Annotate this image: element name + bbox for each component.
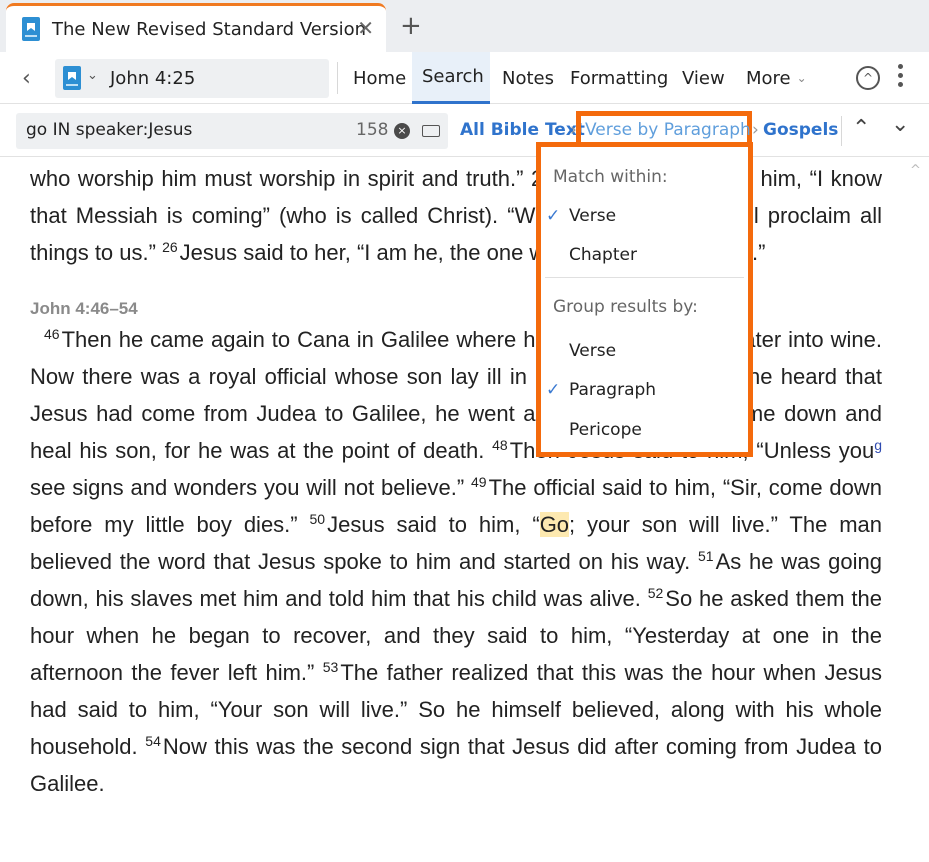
breadcrumb-separator: › [752,120,759,140]
next-result-icon[interactable]: ⌄ [891,112,909,137]
verse-number: 54 [145,733,161,749]
grouping-dropdown: Match within: ✓ Verse Chapter Group resu… [541,147,748,452]
search-hit[interactable]: Go [539,512,570,537]
keyboard-icon[interactable] [422,125,440,137]
tab-search[interactable]: Search [412,52,490,104]
search-query[interactable]: go IN speaker:Jesus [26,120,192,140]
verse-number: 26 [162,239,178,255]
section-heading: John 4:46–54 [30,299,138,318]
tab-view[interactable]: View [672,52,735,104]
chevron-down-icon[interactable]: ⌄ [87,68,98,83]
highlight-frame: Match within: ✓ Verse Chapter Group resu… [536,142,753,457]
verse-number: 49 [471,474,487,490]
chevron-down-icon: ⌄ [796,71,807,85]
toolbar: ‹ ⌄ John 4:25 Home Search Notes Formatti… [0,52,929,104]
previous-result-icon[interactable]: ⌃ [852,116,870,141]
match-within-header: Match within: [553,167,668,187]
menu-item-match-verse[interactable]: Verse [569,206,616,226]
divider [841,116,842,146]
tab-notes[interactable]: Notes [492,52,564,104]
footnote-marker[interactable]: g [874,437,882,453]
menu-item-group-paragraph[interactable]: Paragraph [569,380,656,400]
group-results-header: Group results by: [553,297,698,317]
tab-home[interactable]: Home [343,52,416,104]
reference-input[interactable]: John 4:25 [110,68,195,89]
new-tab-icon[interactable]: + [400,13,422,39]
checkmark-icon: ✓ [546,206,561,226]
scroll-up-icon[interactable]: ^ [910,163,921,178]
verse-number: 51 [698,548,714,564]
tab-title: The New Revised Standard Version [52,18,367,40]
paragraph: 46Then he came again to Cana in Galilee … [30,326,883,796]
result-count: 158 [356,120,389,140]
passage-text: who worship him must worship in spirit a… [30,160,882,802]
scroll-up-circle-icon[interactable]: ^ [856,66,880,90]
divider [337,62,338,94]
verse-number: 53 [322,659,339,675]
kebab-menu-icon[interactable] [897,64,905,92]
paragraph: who worship him must worship in spirit a… [30,166,882,265]
search-input[interactable]: go IN speaker:Jesus 158 × [16,113,448,149]
verse-number: 50 [309,511,326,527]
mode-link[interactable]: Verse by Paragraph [585,120,751,140]
reference-box[interactable]: ⌄ John 4:25 [55,59,329,98]
back-icon[interactable]: ‹ [22,66,31,91]
tab-formatting[interactable]: Formatting [560,52,678,104]
tab-more[interactable]: More ⌄ [736,52,817,104]
resource-icon[interactable] [63,66,81,90]
verse-number: 52 [647,585,664,601]
search-bar: go IN speaker:Jesus 158 × All Bible Text… [0,104,929,157]
nrsv-book-icon [22,17,40,41]
more-label: More [746,67,791,89]
close-tab-icon[interactable]: ✕ [357,18,374,38]
range-link[interactable]: Gospels [763,120,838,140]
verse-number: 48 [492,437,508,453]
clear-search-icon[interactable]: × [394,123,410,139]
document-tab[interactable]: The New Revised Standard Version ✕ [6,3,386,52]
menu-item-match-chapter[interactable]: Chapter [569,245,637,265]
tab-strip: The New Revised Standard Version ✕ + [0,0,929,52]
menu-item-group-verse[interactable]: Verse [569,341,616,361]
checkmark-icon: ✓ [546,380,561,400]
divider [545,277,744,278]
scope-link[interactable]: All Bible Text [460,120,585,140]
verse-number: 46 [44,326,60,342]
menu-item-group-pericope[interactable]: Pericope [569,420,642,440]
